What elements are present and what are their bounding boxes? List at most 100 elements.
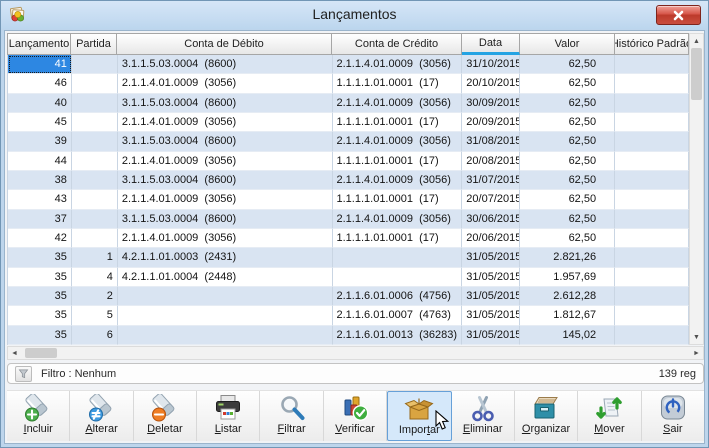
- table-cell[interactable]: [615, 248, 689, 267]
- organizar-button[interactable]: Organizar: [515, 391, 578, 441]
- table-cell[interactable]: [72, 132, 118, 151]
- table-cell[interactable]: [615, 210, 689, 229]
- table-row[interactable]: 45 2.1.1.4.01.0009 (3056)1.1.1.1.01.0001 …: [8, 113, 689, 132]
- table-cell[interactable]: [615, 268, 689, 287]
- table-cell[interactable]: 2.1.1.4.01.0009 (3056): [118, 74, 333, 93]
- table-cell[interactable]: 31/07/2015: [462, 171, 520, 190]
- table-cell[interactable]: 145,02: [520, 326, 615, 345]
- column-header-historico-padrao[interactable]: Histórico Padrão: [615, 33, 689, 55]
- table-cell[interactable]: [615, 326, 689, 345]
- table-cell[interactable]: 35: [8, 326, 72, 345]
- table-cell[interactable]: [118, 287, 333, 306]
- table-row[interactable]: 462.1.1.4.01.0009 (3056)1.1.1.1.01.0001 …: [8, 74, 689, 93]
- table-row[interactable]: 44 2.1.1.4.01.0009 (3056)1.1.1.1.01.0001 …: [8, 152, 689, 171]
- table-cell[interactable]: 2.1.1.4.01.0009 (3056): [118, 113, 333, 132]
- table-row[interactable]: 3522.1.1.6.01.0006 (4756)31/05/20152.612…: [8, 287, 689, 306]
- mover-button[interactable]: Mover: [578, 391, 641, 441]
- table-cell[interactable]: [118, 306, 333, 325]
- table-cell[interactable]: 62,50: [520, 229, 615, 248]
- table-cell[interactable]: 62,50: [520, 190, 615, 209]
- close-button[interactable]: [656, 5, 701, 25]
- table-cell[interactable]: 1: [72, 248, 118, 267]
- table-row[interactable]: 3562.1.1.6.01.0013 (36283)31/05/2015145,…: [8, 326, 689, 345]
- table-cell[interactable]: 20/09/2015: [462, 113, 520, 132]
- alterar-button[interactable]: Alterar: [70, 391, 133, 441]
- table-cell[interactable]: 62,50: [520, 132, 615, 151]
- table-cell[interactable]: 40: [8, 94, 72, 113]
- column-header-partida[interactable]: Partida: [71, 33, 117, 55]
- table-cell[interactable]: 62,50: [520, 113, 615, 132]
- table-cell[interactable]: 2.1.1.4.01.0009 (3056): [118, 152, 333, 171]
- table-cell[interactable]: [615, 287, 689, 306]
- table-cell[interactable]: [615, 306, 689, 325]
- table-cell[interactable]: 2: [72, 287, 118, 306]
- table-cell[interactable]: 20/07/2015: [462, 190, 520, 209]
- table-cell[interactable]: 2.1.1.4.01.0009 (3056): [333, 132, 463, 151]
- table-row[interactable]: 3544.2.1.1.01.0004 (2448)31/05/20151.957…: [8, 268, 689, 287]
- table-cell[interactable]: 1.957,69: [520, 268, 615, 287]
- table-cell[interactable]: 41: [8, 55, 72, 74]
- table-cell[interactable]: [615, 190, 689, 209]
- table-cell[interactable]: 2.1.1.4.01.0009 (3056): [333, 94, 463, 113]
- table-cell[interactable]: [72, 190, 118, 209]
- table-cell[interactable]: [72, 229, 118, 248]
- table-cell[interactable]: 2.1.1.4.01.0009 (3056): [333, 171, 463, 190]
- table-row[interactable]: 403.1.1.5.03.0004 (8600)2.1.1.4.01.0009 …: [8, 94, 689, 113]
- scroll-left-icon[interactable]: ◄: [8, 346, 21, 360]
- table-cell[interactable]: [615, 171, 689, 190]
- table-cell[interactable]: 44: [8, 152, 72, 171]
- table-cell[interactable]: 1.812,67: [520, 306, 615, 325]
- table-cell[interactable]: 1.1.1.1.01.0001 (17): [333, 152, 463, 171]
- table-cell[interactable]: 4.2.1.1.01.0004 (2448): [118, 268, 333, 287]
- table-cell[interactable]: 45: [8, 113, 72, 132]
- table-cell[interactable]: 1.1.1.1.01.0001 (17): [333, 113, 463, 132]
- table-cell[interactable]: 2.1.1.4.01.0009 (3056): [333, 55, 463, 74]
- filtrar-button[interactable]: Filtrar: [260, 391, 323, 441]
- table-row[interactable]: 393.1.1.5.03.0004 (8600)2.1.1.4.01.0009 …: [8, 132, 689, 151]
- table-cell[interactable]: 1.1.1.1.01.0001 (17): [333, 74, 463, 93]
- table-cell[interactable]: 62,50: [520, 210, 615, 229]
- listar-button[interactable]: Listar: [197, 391, 260, 441]
- table-cell[interactable]: 2.1.1.6.01.0007 (4763): [333, 306, 463, 325]
- filter-status-button[interactable]: [15, 366, 32, 382]
- table-cell[interactable]: 1.1.1.1.01.0001 (17): [333, 229, 463, 248]
- table-cell[interactable]: 35: [8, 306, 72, 325]
- table-cell[interactable]: [333, 248, 463, 267]
- scroll-down-icon[interactable]: ▼: [690, 330, 703, 344]
- table-cell[interactable]: [615, 94, 689, 113]
- table-cell[interactable]: 6: [72, 326, 118, 345]
- table-row[interactable]: 383.1.1.5.03.0004 (8600)2.1.1.4.01.0009 …: [8, 171, 689, 190]
- table-row[interactable]: 3552.1.1.6.01.0007 (4763)31/05/20151.812…: [8, 306, 689, 325]
- table-cell[interactable]: 35: [8, 268, 72, 287]
- table-cell[interactable]: 20/08/2015: [462, 152, 520, 171]
- table-cell[interactable]: 38: [8, 171, 72, 190]
- table-cell[interactable]: 4.2.1.1.01.0003 (2431): [118, 248, 333, 267]
- table-cell[interactable]: 2.1.1.6.01.0006 (4756): [333, 287, 463, 306]
- table-cell[interactable]: 20/10/2015: [462, 74, 520, 93]
- table-cell[interactable]: 2.821,26: [520, 248, 615, 267]
- deletar-button[interactable]: Deletar: [134, 391, 197, 441]
- table-row[interactable]: 3514.2.1.1.01.0003 (2431)31/05/20152.821…: [8, 248, 689, 267]
- column-header-conta-de-credito[interactable]: Conta de Crédito: [332, 33, 462, 55]
- table-cell[interactable]: [615, 113, 689, 132]
- table-cell[interactable]: 1.1.1.1.01.0001 (17): [333, 190, 463, 209]
- vertical-scroll-thumb[interactable]: [691, 48, 702, 100]
- eliminar-button[interactable]: Eliminar: [452, 391, 515, 441]
- table-cell[interactable]: 3.1.1.5.03.0004 (8600): [118, 210, 333, 229]
- table-cell[interactable]: 31/05/2015: [462, 287, 520, 306]
- column-header-valor[interactable]: Valor: [520, 33, 615, 55]
- table-cell[interactable]: [72, 55, 118, 74]
- table-cell[interactable]: 31/08/2015: [462, 132, 520, 151]
- table-cell[interactable]: 2.1.1.6.01.0013 (36283): [333, 326, 463, 345]
- table-cell[interactable]: [72, 152, 118, 171]
- verificar-button[interactable]: Verificar: [324, 391, 387, 441]
- table-cell[interactable]: 3.1.1.5.03.0004 (8600): [118, 132, 333, 151]
- table-cell[interactable]: [615, 74, 689, 93]
- table-cell[interactable]: [72, 171, 118, 190]
- importar-button[interactable]: Importar: [387, 391, 451, 441]
- horizontal-scroll-thumb[interactable]: [25, 348, 57, 358]
- table-cell[interactable]: 31/05/2015: [462, 306, 520, 325]
- scroll-up-icon[interactable]: ▲: [690, 34, 703, 48]
- table-cell[interactable]: [615, 229, 689, 248]
- table-cell[interactable]: 31/05/2015: [462, 268, 520, 287]
